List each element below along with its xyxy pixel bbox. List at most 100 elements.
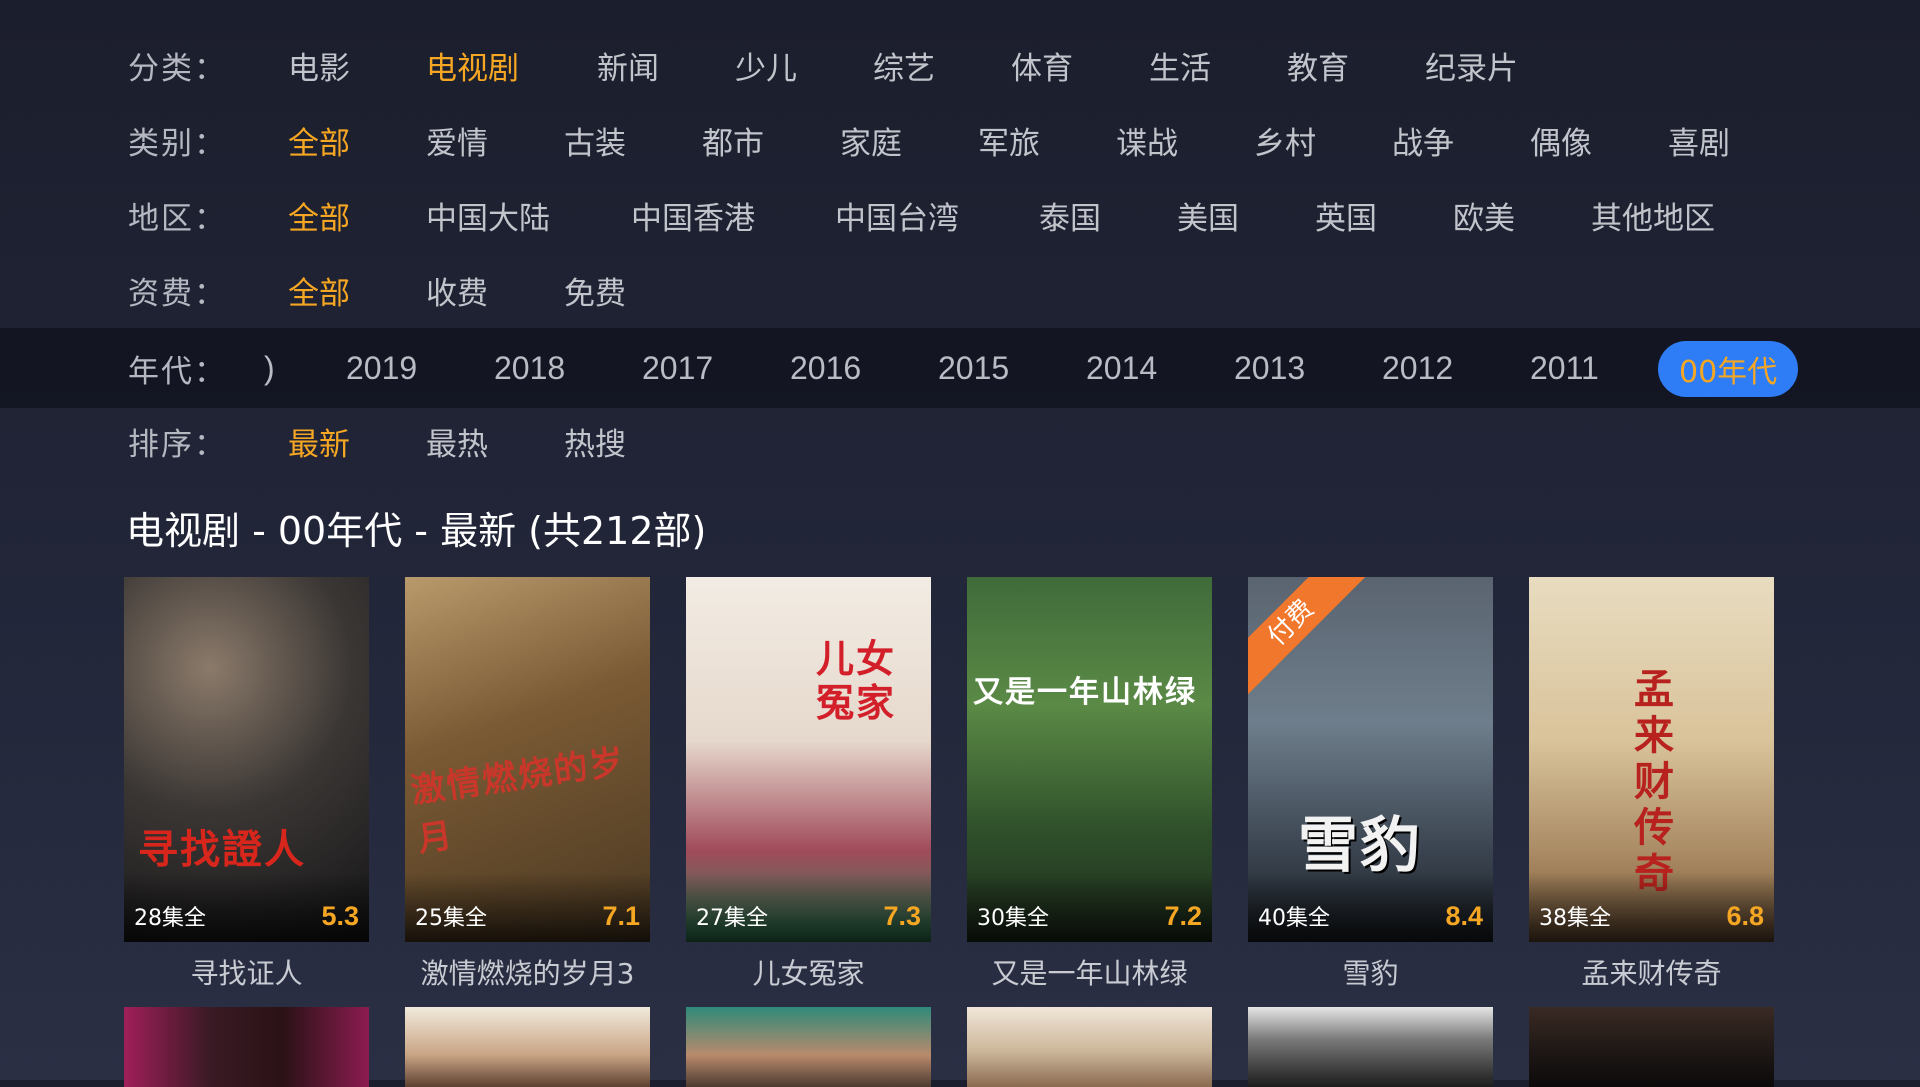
- episode-count: 40集全: [1258, 906, 1330, 931]
- card-title: 儿女冤家: [752, 957, 865, 990]
- region-option-uk[interactable]: 英国: [1315, 193, 1377, 238]
- poster-image: 激情燃烧的岁月 25集全 7.1: [405, 577, 650, 942]
- category-option-life[interactable]: 生活: [1149, 43, 1211, 88]
- media-card[interactable]: 寻找證人 28集全 5.3 寻找证人: [124, 577, 369, 992]
- category-option-news[interactable]: 新闻: [597, 43, 659, 88]
- poster-title-art: 又是一年山林绿: [973, 675, 1197, 710]
- media-card[interactable]: 又是一年山林绿 30集全 7.2 又是一年山林绿: [967, 577, 1212, 992]
- card-title: 又是一年山林绿: [991, 957, 1188, 990]
- era-option-2012[interactable]: 2012: [1382, 350, 1453, 387]
- poster-image[interactable]: [967, 1007, 1212, 1087]
- region-option-hongkong[interactable]: 中国香港: [631, 193, 755, 238]
- poster-image: 孟来财传奇 38集全 6.8: [1529, 577, 1774, 942]
- category-option-documentary[interactable]: 纪录片: [1425, 43, 1518, 88]
- filter-row-region: 地区： 全部 中国大陆 中国香港 中国台湾 泰国 美国 英国 欧美 其他地区: [0, 178, 1920, 253]
- poster-title-art: 激情燃烧的岁月: [408, 741, 628, 861]
- region-option-usa[interactable]: 美国: [1177, 193, 1239, 238]
- rating-score: 7.2: [1164, 901, 1202, 931]
- poster-image: 儿女冤家 27集全 7.3: [686, 577, 931, 942]
- rating-score: 6.8: [1726, 901, 1764, 931]
- episode-count: 30集全: [977, 906, 1049, 931]
- rating-score: 7.3: [883, 901, 921, 931]
- genre-option-war[interactable]: 战争: [1392, 118, 1454, 163]
- episode-count: 38集全: [1539, 906, 1611, 931]
- era-option-2015[interactable]: 2015: [938, 350, 1009, 387]
- episode-count: 27集全: [696, 906, 768, 931]
- rating-score: 5.3: [321, 901, 359, 931]
- era-option-2011[interactable]: 2011: [1530, 350, 1599, 387]
- poster-image: 寻找證人 28集全 5.3: [124, 577, 369, 942]
- category-option-tv-series[interactable]: 电视剧: [426, 43, 519, 88]
- filter-label-genre: 类别：: [128, 126, 227, 162]
- fee-option-paid[interactable]: 收费: [426, 268, 488, 313]
- filter-label-sort: 排序：: [128, 427, 227, 463]
- era-option-2014[interactable]: 2014: [1086, 350, 1157, 387]
- poster-title-art: 雪豹: [1298, 811, 1422, 881]
- filter-label-category: 分类：: [128, 51, 227, 87]
- era-option-2018[interactable]: 2018: [494, 350, 565, 387]
- card-title: 雪豹: [1342, 957, 1399, 990]
- media-card[interactable]: 激情燃烧的岁月 25集全 7.1 激情燃烧的岁月3: [405, 577, 650, 992]
- genre-option-idol[interactable]: 偶像: [1530, 118, 1592, 163]
- era-option-2019[interactable]: 2019: [346, 350, 417, 387]
- poster-title-art: 儿女冤家: [816, 636, 897, 725]
- category-option-sports[interactable]: 体育: [1011, 43, 1073, 88]
- filter-row-era: 年代： ) 2019 2018 2017 2016 2015 2014 2013…: [0, 328, 1920, 408]
- card-title: 寻找证人: [190, 957, 303, 990]
- card-title: 孟来财传奇: [1581, 957, 1722, 990]
- category-option-education[interactable]: 教育: [1287, 43, 1349, 88]
- media-card[interactable]: 付费 雪豹 40集全 8.4 雪豹: [1248, 577, 1493, 992]
- genre-option-family[interactable]: 家庭: [840, 118, 902, 163]
- media-card[interactable]: 儿女冤家 27集全 7.3 儿女冤家: [686, 577, 931, 992]
- filter-row-genre: 类别： 全部 爱情 古装 都市 家庭 军旅 谍战 乡村 战争 偶像 喜剧: [0, 103, 1920, 178]
- poster-image: 又是一年山林绿 30集全 7.2: [967, 577, 1212, 942]
- region-option-other[interactable]: 其他地区: [1591, 193, 1715, 238]
- sort-option-newest[interactable]: 最新: [288, 419, 350, 464]
- fee-option-all[interactable]: 全部: [288, 268, 350, 313]
- poster-image[interactable]: [124, 1007, 369, 1087]
- poster-title-art: 孟来财传奇: [1634, 666, 1676, 897]
- episode-count: 28集全: [134, 906, 206, 931]
- era-option-2000s[interactable]: 00年代: [1658, 341, 1799, 397]
- era-option-2016[interactable]: 2016: [790, 350, 861, 387]
- poster-image[interactable]: [1248, 1007, 1493, 1087]
- genre-option-all[interactable]: 全部: [288, 118, 350, 163]
- episode-count: 25集全: [415, 906, 487, 931]
- category-option-variety[interactable]: 综艺: [873, 43, 935, 88]
- card-title: 激情燃烧的岁月3: [420, 957, 635, 990]
- rating-score: 8.4: [1445, 901, 1483, 931]
- region-option-taiwan[interactable]: 中国台湾: [835, 193, 959, 238]
- genre-option-rural[interactable]: 乡村: [1254, 118, 1316, 163]
- genre-option-costume[interactable]: 古装: [564, 118, 626, 163]
- genre-option-espionage[interactable]: 谍战: [1116, 118, 1178, 163]
- category-option-kids[interactable]: 少儿: [735, 43, 797, 88]
- filter-row-fee: 资费： 全部 收费 免费: [0, 253, 1920, 328]
- category-option-movie[interactable]: 电影: [288, 43, 350, 88]
- poster-image[interactable]: [686, 1007, 931, 1087]
- era-option-2017[interactable]: 2017: [642, 350, 713, 387]
- poster-title-art: 寻找證人: [138, 826, 306, 873]
- region-option-thailand[interactable]: 泰国: [1039, 193, 1101, 238]
- region-option-europe-america[interactable]: 欧美: [1453, 193, 1515, 238]
- genre-option-romance[interactable]: 爱情: [426, 118, 488, 163]
- sort-option-hottest[interactable]: 最热: [426, 419, 488, 464]
- filter-label-region: 地区：: [128, 201, 227, 237]
- poster-image[interactable]: [1529, 1007, 1774, 1087]
- filter-label-fee: 资费：: [128, 276, 227, 312]
- region-option-all[interactable]: 全部: [288, 193, 350, 238]
- rating-score: 7.1: [602, 901, 640, 931]
- era-option-2013[interactable]: 2013: [1234, 350, 1305, 387]
- genre-option-military[interactable]: 军旅: [978, 118, 1040, 163]
- paid-badge: 付费: [1248, 577, 1366, 698]
- region-option-mainland[interactable]: 中国大陆: [426, 193, 550, 238]
- sort-option-trending[interactable]: 热搜: [564, 419, 626, 464]
- fee-option-free[interactable]: 免费: [564, 268, 626, 313]
- era-option-clipped[interactable]: ): [264, 350, 275, 387]
- filter-label-era: 年代：: [128, 353, 227, 390]
- genre-option-comedy[interactable]: 喜剧: [1668, 118, 1730, 163]
- genre-option-urban[interactable]: 都市: [702, 118, 764, 163]
- poster-image: 付费 雪豹 40集全 8.4: [1248, 577, 1493, 942]
- media-card[interactable]: 孟来财传奇 38集全 6.8 孟来财传奇: [1529, 577, 1774, 992]
- poster-image[interactable]: [405, 1007, 650, 1087]
- results-heading: 电视剧 - 00年代 - 最新 (共212部): [126, 509, 707, 553]
